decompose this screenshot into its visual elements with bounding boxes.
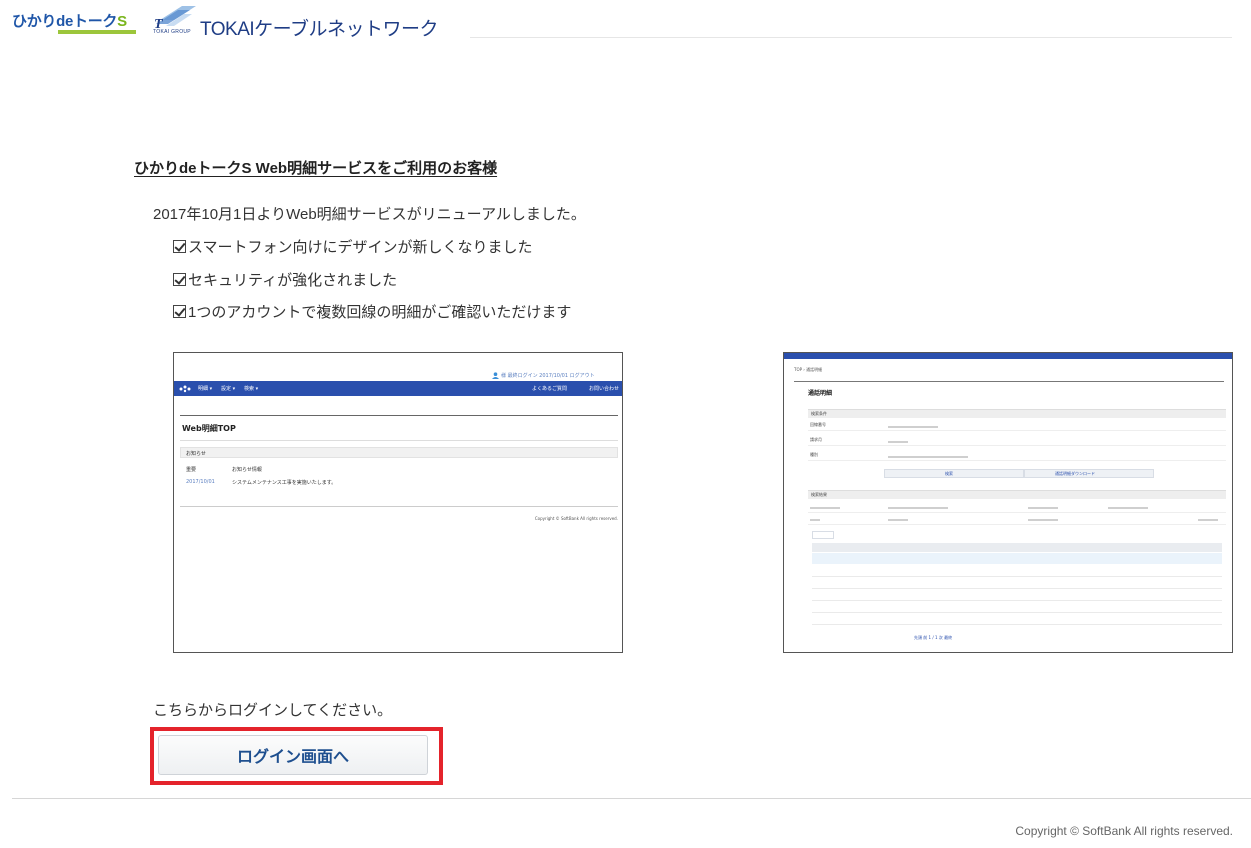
table-row [812, 602, 1222, 613]
feature-text: スマートフォン向けにデザインが新しくなりました [188, 239, 533, 256]
form-row: 請求月 [808, 436, 1226, 446]
notice-title: ひかりdeトークS Web明細サービスをご利用のお客様 [134, 160, 498, 177]
nav-bar: 明細 ▾ 設定 ▾ 検索 ▾ よくあるご質問 お問い合わせ [174, 381, 622, 396]
hikari-de-talk-s-logo: ひかりdeトークS [12, 10, 127, 31]
pagination: 先頭 前 1 / 1 次 最終 [914, 635, 953, 640]
download-button: 通話明細ダウンロード [1024, 469, 1154, 478]
placeholder-text [1108, 507, 1148, 509]
hikari-logo-main: ひかりdeトーク [12, 13, 118, 30]
company-name: TOKAIケーブルネットワーク [200, 19, 439, 40]
header-status: 様 最終ログイン 2017/10/01 ログアウト [501, 373, 595, 379]
section-header: お知らせ [180, 447, 618, 458]
nav-item: 検索 ▾ [244, 386, 259, 392]
placeholder-text [810, 507, 840, 509]
nav-bar [784, 353, 1232, 359]
brand-dots-icon [179, 385, 191, 393]
page-header: ひかりdeトークS T TOKAI GROUP TOKAIケーブルネットワーク [0, 0, 1251, 40]
divider [180, 506, 618, 507]
table-row [812, 578, 1222, 589]
footer-divider [12, 798, 1251, 799]
form-row: 回線番号 [808, 421, 1226, 431]
section-label: 検索条件 [811, 411, 827, 416]
placeholder-text [1028, 519, 1058, 521]
field-label: 種別 [810, 452, 818, 457]
page-title: 通話明細 [808, 390, 833, 397]
renewal-announcement: 2017年10月1日よりWeb明細サービスがリニューアルしました。 [153, 206, 586, 223]
screenshot-call-detail: TOP › 通話明細 通話明細 検索条件 回線番号 請求月 種別 検索 通話明細… [783, 352, 1233, 653]
table-header [812, 543, 1222, 552]
placeholder-text [888, 519, 908, 521]
nav-item-contact: お問い合わせ [589, 386, 620, 392]
page-size-select [812, 531, 834, 539]
page-title: Web明細TOP [182, 424, 236, 433]
placeholder-text [888, 507, 948, 509]
nav-item-faq: よくあるご質問 [532, 386, 568, 392]
table-row [812, 566, 1222, 577]
table-row [812, 590, 1222, 601]
search-button: 検索 [884, 469, 1024, 478]
result-row [808, 515, 1226, 525]
login-prompt: こちらからログインしてください。 [153, 702, 393, 719]
nav-item: 明細 ▾ [198, 386, 213, 392]
feature-text: セキュリティが強化されました [188, 272, 398, 289]
screenshot-web-meisai-top: 様 最終ログイン 2017/10/01 ログアウト 明細 ▾ 設定 ▾ 検索 ▾… [173, 352, 623, 653]
download-button-label: 通話明細ダウンロード [1055, 471, 1095, 476]
checkbox-checked-icon [173, 305, 186, 318]
feature-item: 1つのアカウントで複数回線の明細がご確認いただけます [173, 301, 571, 322]
row-label: 重要 [186, 467, 197, 473]
divider [180, 440, 618, 441]
field-label: 回線番号 [810, 422, 826, 427]
placeholder-text [1028, 507, 1058, 509]
checkbox-checked-icon [173, 273, 186, 286]
placeholder-text [810, 519, 820, 521]
header-divider [470, 37, 1232, 38]
checkbox-checked-icon [173, 240, 186, 253]
placeholder-text [888, 426, 938, 428]
row-text: システムメンテナンス工事を実施いたします。 [232, 480, 337, 486]
row-text: お知らせ情報 [232, 467, 262, 473]
table-filter-row [812, 553, 1222, 564]
search-button-label: 検索 [945, 471, 953, 476]
section-header: 検索結果 [808, 490, 1226, 499]
feature-item: スマートフォン向けにデザインが新しくなりました [173, 236, 533, 257]
section-label: 検索結果 [811, 492, 827, 497]
section-header: 検索条件 [808, 409, 1226, 418]
tokai-group-label: TOKAI GROUP [153, 29, 191, 35]
placeholder-text [888, 441, 908, 443]
divider [180, 415, 618, 416]
breadcrumb: TOP › 通話明細 [794, 367, 823, 372]
copyright: Copyright © SoftBank All rights reserved… [1015, 824, 1233, 838]
feature-item: セキュリティが強化されました [173, 269, 397, 290]
user-icon [492, 372, 499, 379]
section-label: お知らせ [186, 451, 206, 457]
result-row [808, 503, 1226, 513]
feature-text: 1つのアカウントで複数回線の明細がご確認いただけます [188, 304, 572, 321]
row-label: 2017/10/01 [186, 479, 215, 485]
placeholder-text [888, 456, 968, 458]
placeholder-text [1198, 519, 1218, 521]
form-row: 種別 [808, 451, 1226, 461]
screenshot-copyright: Copyright © SoftBank All rights reserved… [534, 516, 618, 521]
hikari-logo-suffix: S [117, 13, 127, 30]
divider [794, 381, 1224, 382]
table-row [812, 614, 1222, 625]
login-screen-button[interactable]: ログイン画面へ [158, 735, 428, 775]
nav-item: 設定 ▾ [221, 386, 236, 392]
hikari-logo-underline [58, 30, 136, 34]
field-label: 請求月 [810, 437, 822, 442]
